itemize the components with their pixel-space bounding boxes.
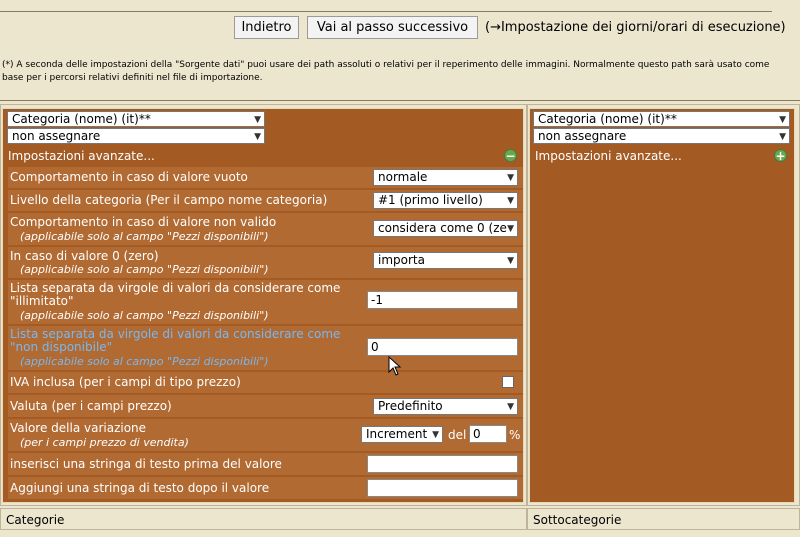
vat-checkbox[interactable] — [502, 376, 514, 388]
zero-value-select[interactable]: importa ▼ — [373, 252, 518, 269]
footer-sottocategorie: Sottocategorie — [527, 508, 800, 530]
variation-sublabel: (per i campi prezzo di vendita) — [20, 436, 189, 449]
categorie-mapping-panel: Categoria (nome) (it)** ▼ non assegnare ▼ … — [2, 108, 524, 503]
left-assign-select[interactable]: non assegnare ▼ — [7, 128, 265, 144]
chevron-down-icon: ▼ — [254, 115, 261, 125]
variation-type-select-value: Increment — [366, 427, 428, 441]
footer-categorie-label: Categorie — [6, 513, 65, 527]
unavailable-sublabel: (applicabile solo al campo "Pezzi dispon… — [20, 355, 269, 368]
path-note: (*) A seconda delle impostazioni della "… — [2, 60, 770, 83]
chevron-down-icon: ▼ — [254, 132, 261, 142]
empty-value-label: Comportamento in caso di valore vuoto — [10, 170, 248, 184]
unavailable-input[interactable]: 0 — [367, 338, 518, 356]
suffix-label: Aggiungi una stringa di testo dopo il va… — [10, 481, 270, 495]
footer-sottocategorie-label: Sottocategorie — [533, 513, 622, 527]
back-button[interactable]: Indietro — [234, 16, 299, 39]
invalid-value-sublabel: (applicabile solo al campo "Pezzi dispon… — [20, 230, 269, 243]
currency-select[interactable]: Predefinito ▼ — [373, 398, 518, 415]
chevron-down-icon: ▼ — [507, 256, 514, 266]
variation-type-select[interactable]: Increment ▼ — [361, 426, 443, 443]
empty-value-select-value: normale — [378, 170, 428, 184]
variation-unit-label: % — [509, 428, 521, 442]
footer-categorie: Categorie — [0, 508, 527, 530]
right-advanced-settings-link[interactable]: Impostazioni avanzate... — [535, 149, 682, 163]
zero-value-sublabel: (applicabile solo al campo "Pezzi dispon… — [20, 263, 269, 276]
suffix-input[interactable] — [367, 479, 518, 497]
variation-label: Valore della variazione — [10, 421, 147, 435]
sottocategorie-mapping-panel: Categoria (nome) (it)** ▼ non assegnare ▼ … — [529, 108, 795, 503]
unlimited-label: Lista separata da virgole di valori da c… — [10, 281, 341, 308]
invalid-value-select-value: considera come 0 (ze — [378, 221, 507, 235]
chevron-down-icon: ▼ — [507, 224, 514, 234]
chevron-down-icon: ▼ — [779, 115, 786, 125]
empty-value-select[interactable]: normale ▼ — [373, 169, 518, 186]
invalid-value-label: Comportamento in caso di valore non vali… — [10, 215, 277, 229]
left-assign-select-value: non assegnare — [12, 129, 101, 143]
plus-icon[interactable]: + — [774, 149, 787, 162]
row-variation: Valore della variazione (per i campi pre… — [8, 419, 523, 451]
right-assign-select-value: non assegnare — [538, 129, 627, 143]
chevron-down-icon: ▼ — [507, 402, 514, 412]
variation-amount-input[interactable]: 0 — [469, 425, 507, 443]
right-field-select-value: Categoria (nome) (it)** — [538, 112, 677, 126]
left-advanced-settings-link[interactable]: Impostazioni avanzate... — [8, 149, 155, 163]
right-assign-select[interactable]: non assegnare ▼ — [533, 128, 790, 144]
left-field-select[interactable]: Categoria (nome) (it)** ▼ — [7, 111, 265, 127]
prefix-label: inserisci una stringa di testo prima del… — [10, 457, 282, 471]
left-field-select-value: Categoria (nome) (it)** — [12, 112, 151, 126]
right-field-select[interactable]: Categoria (nome) (it)** ▼ — [533, 111, 790, 127]
top-divider — [0, 11, 772, 12]
unlimited-input[interactable]: -1 — [367, 291, 518, 309]
invalid-value-select[interactable]: considera come 0 (ze ▼ — [373, 220, 518, 237]
minus-icon[interactable]: − — [504, 149, 517, 162]
category-level-select[interactable]: #1 (primo livello) ▼ — [373, 192, 518, 209]
category-level-select-value: #1 (primo livello) — [378, 193, 483, 207]
row-vat: IVA inclusa (per i campi di tipo prezzo) — [8, 372, 523, 393]
next-step-hint: (→Impostazione dei giorni/orari di esecu… — [485, 20, 786, 35]
section-divider — [0, 100, 800, 101]
unavailable-label: Lista separata da virgole di valori da c… — [10, 327, 341, 354]
chevron-down-icon: ▼ — [432, 430, 439, 440]
unlimited-sublabel: (applicabile solo al campo "Pezzi dispon… — [20, 309, 269, 322]
chevron-down-icon: ▼ — [507, 196, 514, 206]
chevron-down-icon: ▼ — [507, 173, 514, 183]
currency-select-value: Predefinito — [378, 399, 443, 413]
currency-label: Valuta (per i campi prezzo) — [10, 399, 172, 413]
variation-of-label: del — [448, 428, 467, 442]
zero-value-select-value: importa — [378, 253, 425, 267]
vat-label: IVA inclusa (per i campi di tipo prezzo) — [10, 375, 241, 389]
next-step-button[interactable]: Vai al passo successivo — [307, 16, 478, 39]
category-level-label: Livello della categoria (Per il campo no… — [10, 193, 328, 207]
prefix-input[interactable] — [367, 455, 518, 473]
mouse-cursor-icon — [388, 356, 402, 376]
zero-value-label: In caso di valore 0 (zero) — [10, 249, 159, 263]
chevron-down-icon: ▼ — [779, 132, 786, 142]
